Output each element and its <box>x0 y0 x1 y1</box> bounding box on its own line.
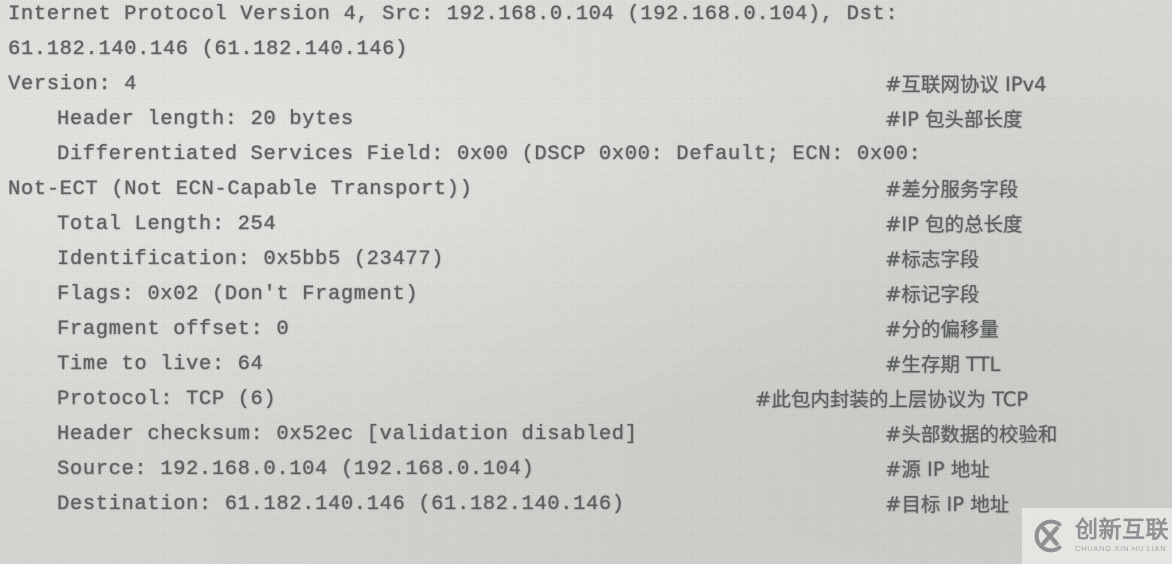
packet-line-source: Source: 192.168.0.104 (192.168.0.104) <box>57 458 535 481</box>
watermark-text-block: 创新互联 CHUANG XIN HU LIAN <box>1075 519 1169 553</box>
annotation-header-checksum: #头部数据的校验和 <box>885 423 1058 446</box>
packet-line-total-length: Total Length: 254 <box>57 213 277 236</box>
annotation-total-length: #IP 包的总长度 <box>885 213 1023 236</box>
scanned-document-page: Internet Protocol Version 4, Src: 192.16… <box>0 0 1172 564</box>
cx-circle-logo-icon <box>1028 515 1070 557</box>
packet-line-ipv4-header-1: Internet Protocol Version 4, Src: 192.16… <box>8 3 899 26</box>
annotation-destination: #目标 IP 地址 <box>885 493 1010 516</box>
packet-line-protocol: Protocol: TCP (6) <box>57 388 277 411</box>
packet-line-dsfield-2: Not-ECT (Not ECN-Capable Transport)) <box>8 178 473 201</box>
annotation-differentiated-services: #差分服务字段 <box>885 178 1019 201</box>
watermark-badge: 创新互联 CHUANG XIN HU LIAN <box>1022 508 1172 564</box>
watermark-cn-name: 创新互联 <box>1075 517 1169 544</box>
annotation-flags: #标记字段 <box>885 283 980 306</box>
packet-line-flags: Flags: 0x02 (Don't Fragment) <box>57 283 419 306</box>
packet-line-version: Version: 4 <box>8 73 138 96</box>
annotation-time-to-live: #生存期 TTL <box>885 353 1001 376</box>
packet-line-header-checksum: Header checksum: 0x52ec [validation disa… <box>57 423 638 446</box>
annotation-identification: #标志字段 <box>885 248 980 271</box>
annotation-source: #源 IP 地址 <box>885 458 990 481</box>
annotation-fragment-offset: #分的偏移量 <box>885 318 999 341</box>
annotation-header-length: #IP 包头部长度 <box>885 108 1023 131</box>
packet-line-time-to-live: Time to live: 64 <box>57 353 264 376</box>
packet-line-dsfield-1: Differentiated Services Field: 0x00 (DSC… <box>57 143 922 166</box>
packet-line-fragment-offset: Fragment offset: 0 <box>57 318 290 341</box>
annotation-version: #互联网协议 IPv4 <box>885 73 1047 96</box>
packet-line-ipv4-header-2: 61.182.140.146 (61.182.140.146) <box>8 38 408 61</box>
watermark-en-name: CHUANG XIN HU LIAN <box>1075 544 1167 554</box>
packet-line-identification: Identification: 0x5bb5 (23477) <box>57 248 445 271</box>
packet-line-destination: Destination: 61.182.140.146 (61.182.140.… <box>57 493 625 516</box>
annotation-protocol: #此包内封装的上层协议为 TCP <box>755 388 1029 411</box>
packet-line-header-length: Header length: 20 bytes <box>57 108 354 131</box>
